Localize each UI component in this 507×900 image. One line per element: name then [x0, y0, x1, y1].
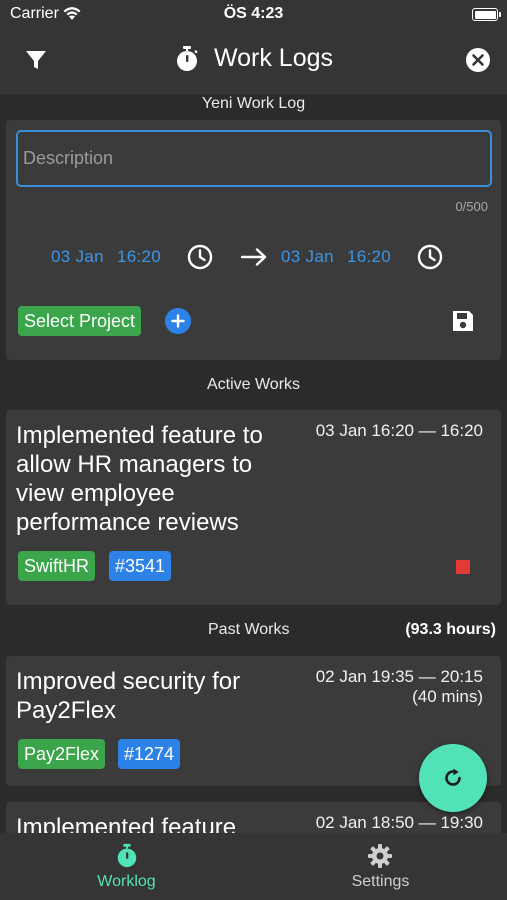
work-time: 02 Jan 18:50 — 19:30 — [315, 813, 483, 832]
work-title: Implemented feature to allow HR managers… — [16, 422, 263, 536]
refresh-button[interactable] — [419, 744, 487, 812]
tab-bar: Worklog Settings — [0, 833, 507, 900]
tab-settings[interactable]: Settings — [254, 833, 507, 900]
gear-icon — [368, 844, 392, 868]
new-log-section-title: Yeni Work Log — [201, 95, 306, 112]
status-bar: Carrier ÖS 4:23 — [0, 0, 507, 30]
tab-worklog[interactable]: Worklog — [0, 833, 253, 900]
battery-icon — [472, 8, 501, 21]
project-tag[interactable]: Pay2Flex — [18, 739, 106, 769]
end-clock-icon[interactable] — [417, 244, 443, 270]
past-works-total: (93.3 hours) — [405, 621, 496, 638]
tab-label: Settings — [351, 873, 410, 890]
work-duration: (40 mins) — [412, 687, 483, 706]
end-time[interactable]: 16:20 — [347, 247, 391, 267]
page-title: Work Logs — [213, 44, 334, 72]
description-input[interactable] — [16, 130, 492, 187]
past-works-title: Past Works — [208, 621, 290, 638]
start-date[interactable]: 03 Jan — [51, 247, 104, 267]
add-project-icon[interactable] — [165, 308, 191, 334]
work-title: Improved security for Pay2Flex — [16, 668, 241, 724]
char-count: 0/500 — [455, 199, 488, 214]
new-log-form: 0/500 03 Jan 16:20 03 Jan 16:20 Select P… — [6, 120, 501, 360]
project-tag[interactable]: SwiftHR — [18, 551, 96, 581]
start-time[interactable]: 16:20 — [117, 247, 161, 267]
arrow-right-icon — [240, 248, 267, 266]
stop-icon[interactable] — [456, 560, 470, 574]
work-time: 03 Jan 16:20 — 16:20 — [315, 421, 483, 440]
end-date[interactable]: 03 Jan — [281, 247, 334, 267]
nav-bar: Work Logs — [0, 30, 507, 94]
active-work-item[interactable]: Implemented feature to allow HR managers… — [6, 410, 501, 605]
refresh-icon — [445, 768, 461, 786]
close-circle-icon[interactable] — [465, 47, 491, 73]
issue-tag[interactable]: #3541 — [109, 551, 172, 581]
nav-title-group: Work Logs — [0, 44, 507, 73]
issue-tag[interactable]: #1274 — [118, 739, 181, 769]
save-icon[interactable] — [450, 308, 476, 334]
work-time: 02 Jan 19:35 — 20:15 — [315, 667, 483, 686]
tab-label: Worklog — [97, 873, 156, 890]
active-works-title: Active Works — [206, 376, 301, 393]
select-project-button[interactable]: Select Project — [18, 306, 142, 336]
stopwatch-icon — [176, 45, 198, 71]
stopwatch-icon — [117, 843, 137, 868]
status-time: ÖS 4:23 — [223, 5, 284, 22]
start-clock-icon[interactable] — [187, 244, 213, 270]
